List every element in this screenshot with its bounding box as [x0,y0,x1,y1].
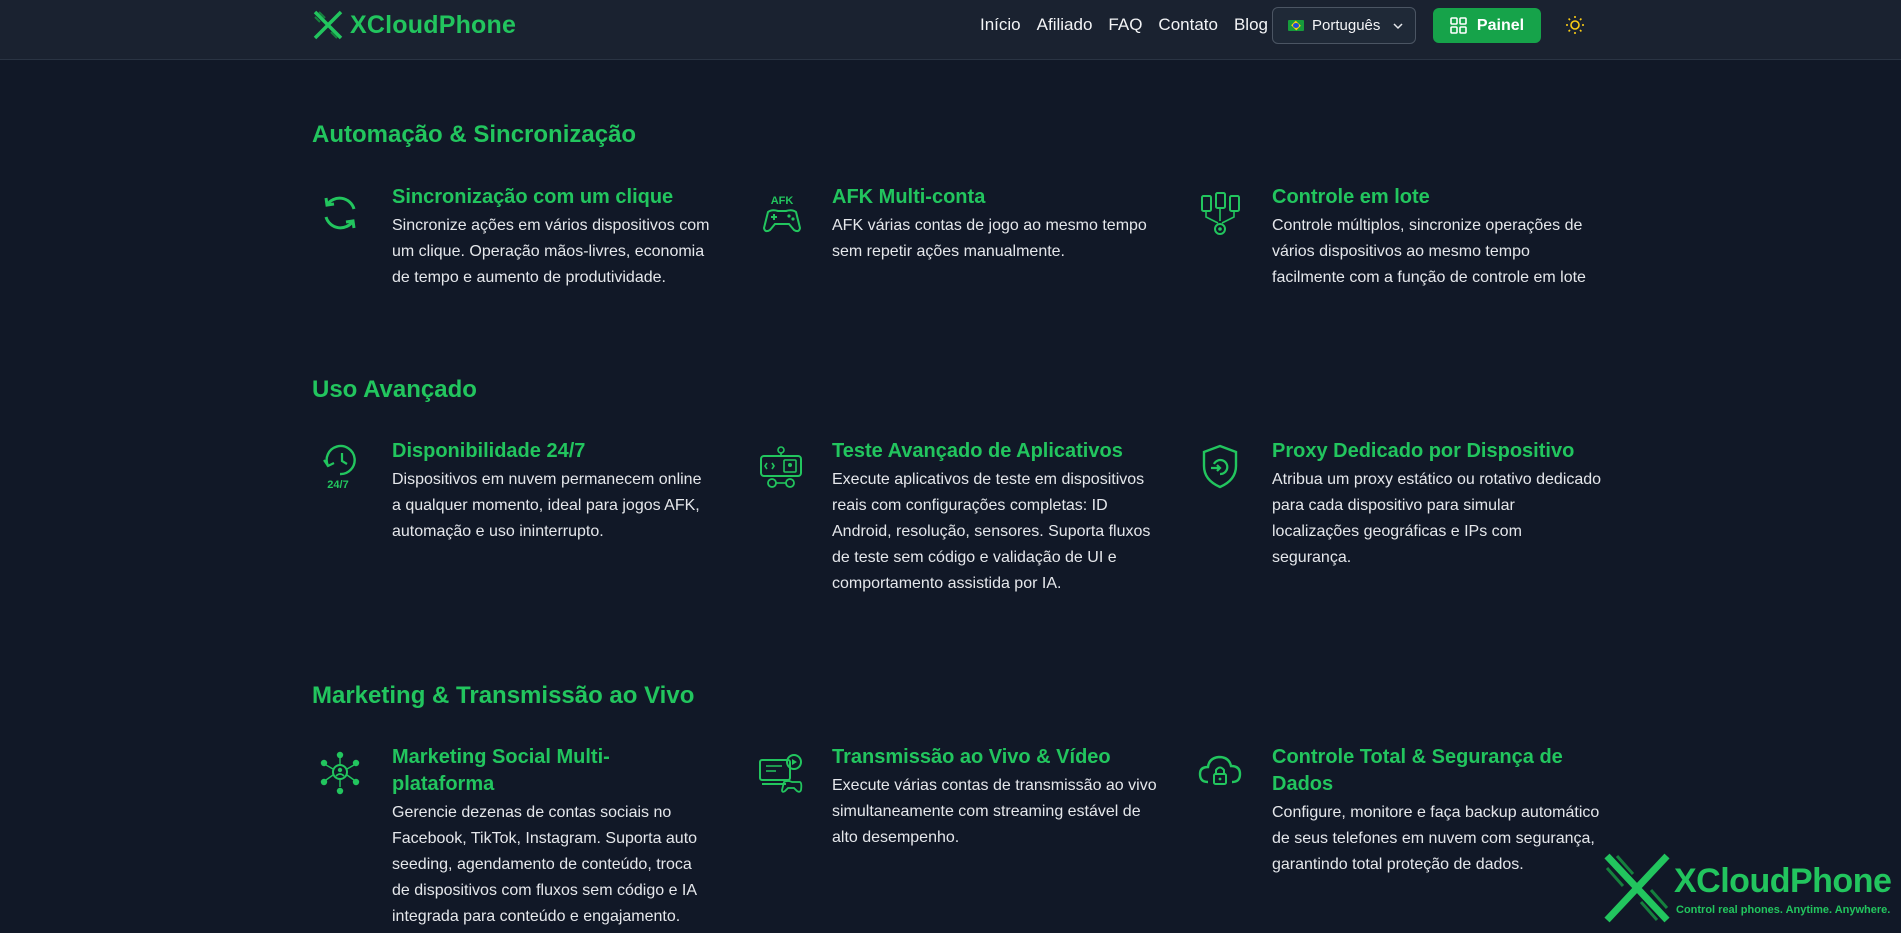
watermark-tagline: Control real phones. Anytime. Anywhere. [1676,904,1891,916]
watermark-brand-name: XCloudPhone [1674,862,1892,900]
brand-logo[interactable]: XCloudPhone [312,9,516,41]
feature-card: Transmissão ao Vivo & Vídeo Execute vári… [759,744,1162,851]
svg-text:24/7: 24/7 [327,479,348,491]
language-label: Português [1312,17,1381,34]
shield-proxy-icon [1202,444,1238,489]
top-navbar: XCloudPhone Início Afiliado FAQ Contato … [0,0,1901,60]
feature-description: Sincronize ações em vários dispositivos … [392,217,710,286]
sun-icon[interactable] [1565,15,1585,35]
feature-title: AFK Multi-conta [832,186,986,208]
brand-name: XCloudPhone [350,10,517,39]
feature-description: Gerencie dezenas de contas sociais no Fa… [392,804,698,925]
dashboard-icon [1450,17,1467,34]
feature-description: Execute várias contas de transmissão ao … [832,777,1157,846]
social-network-icon [320,751,360,795]
feature-title: Proxy Dedicado por Dispositivo [1272,440,1575,462]
nav-link-contato[interactable]: Contato [1158,13,1218,37]
feature-description: Controle múltiplos, sincronize operações… [1272,217,1586,286]
section-title-advanced: Uso Avançado [312,376,477,403]
feature-title: Sincronização com um clique [392,186,674,208]
watermark-logo: XCloudPhone Control real phones. Anytime… [1603,852,1893,926]
section-title-marketing: Marketing & Transmissão ao Vivo [312,682,695,709]
nav-link-faq[interactable]: FAQ [1108,13,1142,37]
feature-title: Marketing Social Multi-plataforma [392,746,610,795]
feature-title: Controle em lote [1272,186,1430,208]
live-stream-icon [759,754,803,793]
language-select[interactable]: Português [1272,7,1416,44]
feature-description: Execute aplicativos de teste em disposit… [832,471,1151,592]
feature-description: Dispositivos em nuvem permanecem online … [392,471,702,540]
feature-card: Teste Avançado de Aplicativos Execute ap… [760,438,1162,597]
main-nav: Início Afiliado FAQ Contato Blog [980,13,1284,37]
feature-description: Atribua um proxy estático ou rotativo de… [1272,471,1602,566]
nav-link-inicio[interactable]: Início [980,13,1021,37]
feature-title: Controle Total & Segurança de Dados [1272,746,1563,795]
panel-button-label: Painel [1476,16,1525,34]
panel-button[interactable]: Painel [1433,8,1541,43]
xcloudphone-logo-icon [313,10,343,40]
gamepad-afk-icon: AFK [762,195,802,233]
feature-title: Disponibilidade 24/7 [392,440,586,462]
batch-devices-icon [1201,192,1240,235]
feature-card: Sincronização com um clique Sincronize a… [324,184,717,291]
feature-description: AFK várias contas de jogo ao mesmo tempo… [832,217,1147,260]
feature-title: Teste Avançado de Aplicativos [832,440,1123,462]
feature-card: Marketing Social Multi-plataforma Gerenc… [320,744,712,930]
feature-card: 24/7 Disponibilidade 24/7 Dispositivos e… [323,438,712,545]
nav-link-blog[interactable]: Blog [1234,13,1268,37]
feature-card: Controle Total & Segurança de Dados Conf… [1198,744,1602,878]
feature-card: Proxy Dedicado por Dispositivo Atribua u… [1202,438,1602,571]
feature-description: Configure, monitore e faça backup automá… [1272,804,1600,873]
xcloudphone-watermark-icon [1604,853,1670,923]
chevron-down-icon [1393,22,1403,29]
nav-link-afiliado[interactable]: Afiliado [1037,13,1093,37]
section-title-automation: Automação & Sincronização [312,121,637,148]
svg-text:AFK: AFK [771,195,794,207]
app-test-icon [760,446,802,488]
sync-icon [324,196,356,230]
clock-24-7-icon: 24/7 [323,444,356,491]
brazil-flag-icon [1288,20,1304,31]
cloud-lock-icon [1198,755,1242,785]
feature-card: Controle em lote Controle múltiplos, sin… [1201,184,1602,291]
feature-card: AFK AFK Multi-conta AFK várias contas de… [762,184,1162,265]
feature-title: Transmissão ao Vivo & Vídeo [832,746,1111,768]
